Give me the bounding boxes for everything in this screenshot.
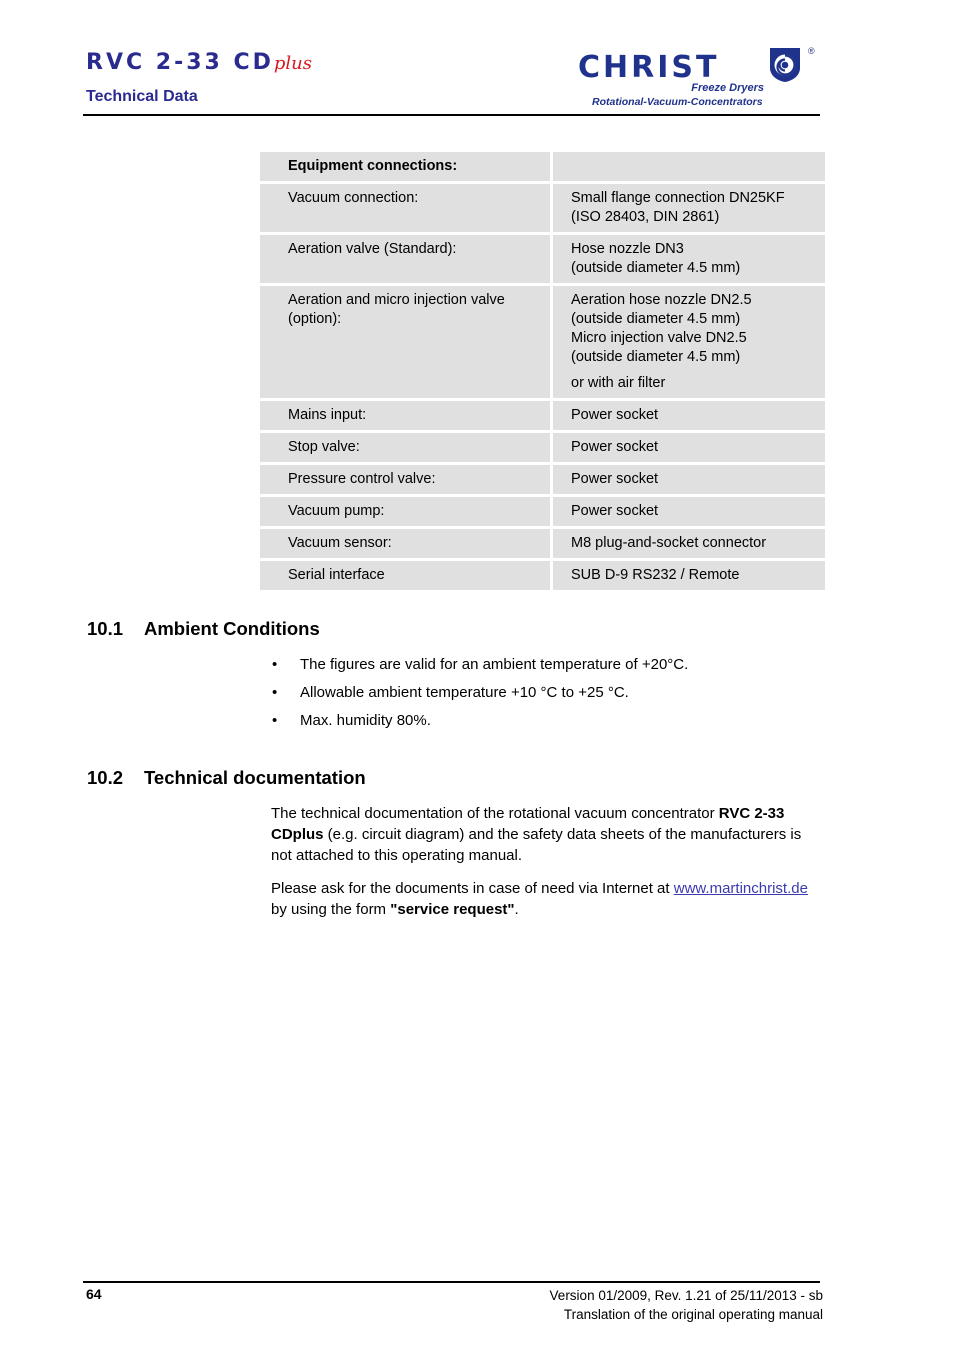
row-label-serial-interface: Serial interface — [260, 561, 550, 590]
paragraph-text: by using the form — [271, 901, 391, 918]
table-header-value — [553, 152, 825, 181]
table-row: Aeration valve (Standard): Hose nozzle D… — [260, 235, 825, 283]
list-item: • Max. humidity 80%. — [272, 711, 832, 731]
table-row: Vacuum sensor: M8 plug-and-socket connec… — [260, 529, 825, 558]
paragraph-text: Please ask for the documents in case of … — [271, 880, 674, 897]
value-line: Micro injection valve DN2.5 — [571, 330, 747, 346]
ambient-conditions-list: • The figures are valid for an ambient t… — [272, 655, 832, 739]
row-value-pressure-control-valve: Power socket — [553, 465, 825, 494]
list-item-label: Max. humidity 80%. — [300, 712, 431, 729]
heading-text: Ambient Conditions — [144, 618, 320, 639]
row-label-vacuum-connection: Vacuum connection: — [260, 184, 550, 232]
footer-version-line: Version 01/2009, Rev. 1.21 of 25/11/2013… — [549, 1288, 823, 1303]
row-label-pressure-control-valve: Pressure control valve: — [260, 465, 550, 494]
row-label-vacuum-sensor: Vacuum sensor: — [260, 529, 550, 558]
value-line: (ISO 28403, DIN 2861) — [571, 209, 720, 225]
paragraph-text: . — [514, 901, 519, 918]
value-line: or with air filter — [571, 375, 666, 391]
footer-divider-rule — [83, 1281, 820, 1283]
heading-technical-documentation: 10.2 Technical documentation — [87, 767, 366, 789]
model-plus-suffix: plus — [273, 53, 313, 74]
christ-brand-logo: CHRIST Freeze Dryers Rotational-Vacuum-C… — [578, 44, 822, 110]
paragraph-documentation-availability: The technical documentation of the rotat… — [271, 803, 819, 866]
value-line: Hose nozzle DN3 — [571, 241, 684, 257]
table-row: Aeration and micro injection valve (opti… — [260, 286, 825, 398]
table-row: Mains input: Power socket — [260, 401, 825, 430]
registered-trademark-icon: ® — [808, 46, 815, 56]
row-value-vacuum-pump: Power socket — [553, 497, 825, 526]
value-line: (outside diameter 4.5 mm) — [571, 260, 741, 276]
row-value-aeration-valve-standard: Hose nozzle DN3 (outside diameter 4.5 mm… — [553, 235, 825, 283]
heading-ambient-conditions: 10.1 Ambient Conditions — [87, 618, 320, 640]
row-value-serial-interface: SUB D-9 RS232 / Remote — [553, 561, 825, 590]
row-label-aeration-micro-injection-valve: Aeration and micro injection valve (opti… — [260, 286, 550, 398]
header-divider-rule — [83, 114, 820, 116]
page-number: 64 — [86, 1286, 102, 1302]
bullet-icon: • — [272, 684, 278, 701]
page-header: RVC 2-33 CDplus Technical Data CHRIST Fr… — [0, 0, 954, 120]
logo-tagline-rotational-vacuum-concentrators: Rotational-Vacuum-Concentrators — [592, 96, 763, 108]
product-model-name: RVC 2-33 CDplus — [86, 50, 312, 75]
footer-translation-line: Translation of the original operating ma… — [563, 1307, 823, 1322]
footer-metadata: Version 01/2009, Rev. 1.21 of 25/11/2013… — [550, 1286, 823, 1324]
paragraph-text: (e.g. circuit diagram) and the safety da… — [271, 826, 802, 864]
table-row: Pressure control valve: Power socket — [260, 465, 825, 494]
logo-wordmark-text: CHRIST — [578, 50, 720, 85]
logo-tagline-freeze-dryers: Freeze Dryers — [691, 82, 764, 94]
table-row: Vacuum pump: Power socket — [260, 497, 825, 526]
martinchrist-website-link[interactable]: www.martinchrist.de — [674, 880, 808, 897]
technical-documentation-body: The technical documentation of the rotat… — [271, 803, 819, 932]
page-section-title: Technical Data — [86, 88, 198, 105]
row-value-stop-valve: Power socket — [553, 433, 825, 462]
heading-text: Technical documentation — [144, 767, 366, 788]
model-name-text: RVC 2-33 CD — [86, 50, 274, 75]
table-row: Vacuum connection: Small flange connecti… — [260, 184, 825, 232]
list-item-label: The figures are valid for an ambient tem… — [300, 656, 689, 673]
list-item: • The figures are valid for an ambient t… — [272, 655, 832, 675]
row-label-aeration-valve-standard: Aeration valve (Standard): — [260, 235, 550, 283]
bullet-icon: • — [272, 712, 278, 729]
bullet-icon: • — [272, 656, 278, 673]
table-row-header: Equipment connections: — [260, 152, 825, 181]
heading-number: 10.1 — [87, 618, 124, 639]
equipment-connections-table: Equipment connections: Vacuum connection… — [260, 152, 825, 593]
label-line: Aeration and micro injection valve — [288, 292, 505, 308]
row-label-mains-input: Mains input: — [260, 401, 550, 430]
value-line: Small flange connection DN25KF — [571, 190, 785, 206]
paragraph-bold-service-request: "service request" — [390, 901, 515, 918]
value-line: Aeration hose nozzle DN2.5 — [571, 292, 752, 308]
row-label-stop-valve: Stop valve: — [260, 433, 550, 462]
shield-spiral-emblem-icon — [768, 46, 802, 84]
table-header-label: Equipment connections: — [260, 152, 550, 181]
value-line: (outside diameter 4.5 mm) — [571, 349, 741, 365]
table-row: Stop valve: Power socket — [260, 433, 825, 462]
table-row: Serial interface SUB D-9 RS232 / Remote — [260, 561, 825, 590]
row-value-vacuum-connection: Small flange connection DN25KF (ISO 2840… — [553, 184, 825, 232]
paragraph-text: The technical documentation of the rotat… — [271, 805, 719, 822]
row-value-mains-input: Power socket — [553, 401, 825, 430]
list-item: • Allowable ambient temperature +10 °C t… — [272, 683, 832, 703]
row-label-vacuum-pump: Vacuum pump: — [260, 497, 550, 526]
row-value-aeration-micro-injection-valve: Aeration hose nozzle DN2.5 (outside diam… — [553, 286, 825, 398]
paragraph-request-documents: Please ask for the documents in case of … — [271, 878, 819, 920]
list-item-label: Allowable ambient temperature +10 °C to … — [300, 684, 629, 701]
value-line: (outside diameter 4.5 mm) — [571, 311, 741, 327]
label-line: (option): — [288, 311, 342, 327]
heading-number: 10.2 — [87, 767, 124, 788]
row-value-vacuum-sensor: M8 plug-and-socket connector — [553, 529, 825, 558]
